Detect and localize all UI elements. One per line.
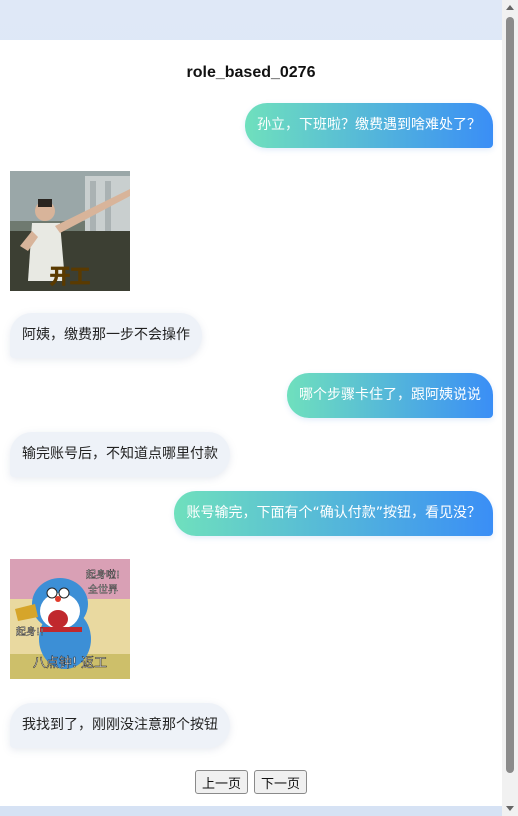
vertical-scrollbar[interactable] <box>502 0 518 816</box>
sticker-caption: 八点钟! 返工 <box>33 655 107 671</box>
message-bubble-incoming: 我找到了，刚刚没注意那个按钮 <box>10 703 230 748</box>
sticker-image: 起身啦! 全世界 起身!! 八点钟! 返工 <box>10 559 130 679</box>
scroll-up-arrow-icon[interactable] <box>506 5 514 10</box>
page-title: role_based_0276 <box>186 64 316 81</box>
message-bubble-outgoing: 账号输完，下面有个“确认付款”按钮，看见没？ <box>174 491 493 536</box>
prev-page-button[interactable]: 上一页 <box>194 770 248 794</box>
sticker-caption: 开工 <box>50 264 90 288</box>
sticker-caption: 全世界 <box>88 583 118 596</box>
message-bubble-outgoing: 哪个步骤卡住了，跟阿姨说说 <box>287 373 493 418</box>
sticker-image: 开工 <box>10 171 130 291</box>
scroll-down-arrow-icon[interactable] <box>506 806 514 811</box>
chat-page: role_based_0276 孙立，下班啦？缴费遇到啥难处了？ 开工 阿姨，缴… <box>0 40 502 806</box>
sticker-caption: 起身啦! <box>86 568 120 581</box>
message-bubble-incoming: 阿姨，缴费那一步不会操作 <box>10 313 202 358</box>
sticker-caption: 起身!! <box>16 625 44 638</box>
message-bubble-outgoing: 孙立，下班啦？缴费遇到啥难处了？ <box>245 103 493 148</box>
message-bubble-incoming: 输完账号后，不知道点哪里付款 <box>10 432 230 477</box>
pagination: 上一页 下一页 <box>0 770 502 794</box>
next-page-button[interactable]: 下一页 <box>254 770 308 794</box>
scrollbar-thumb[interactable] <box>506 17 514 773</box>
